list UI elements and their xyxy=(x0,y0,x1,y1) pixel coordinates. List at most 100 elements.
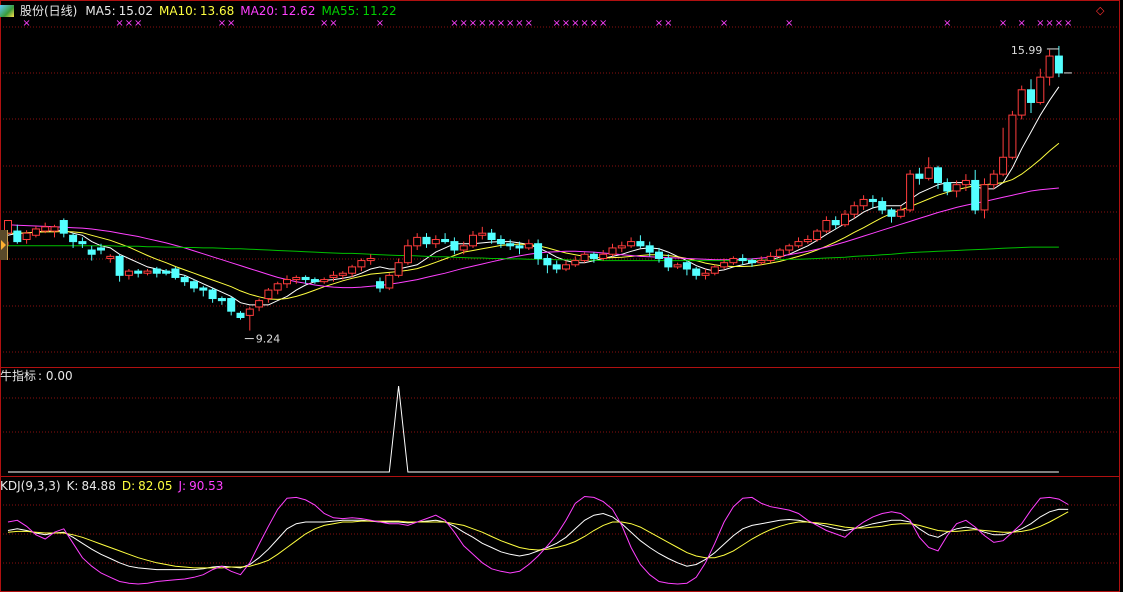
signal-marker: × xyxy=(562,18,570,29)
candle-body xyxy=(41,226,50,232)
candle-body xyxy=(1036,76,1045,103)
panel-borders xyxy=(0,0,1120,592)
k-value: 84.88 xyxy=(81,479,116,493)
candle-body xyxy=(971,179,980,211)
candle-body xyxy=(543,257,552,266)
candle xyxy=(645,241,654,257)
candle-body xyxy=(357,260,366,268)
candle xyxy=(283,275,291,288)
candle-body xyxy=(413,236,422,247)
candle-body xyxy=(13,230,22,243)
candle xyxy=(366,254,375,265)
candle-body xyxy=(376,281,384,289)
candle-body xyxy=(190,281,198,289)
candle xyxy=(394,258,403,278)
low-label: 9.24 xyxy=(256,333,280,346)
candle-body xyxy=(831,220,840,226)
candle-body xyxy=(227,298,236,312)
candle xyxy=(543,254,552,274)
candle-body xyxy=(310,279,319,283)
candle-body xyxy=(385,274,394,289)
candle-body xyxy=(906,173,915,211)
candle xyxy=(859,195,868,210)
signal-marker: × xyxy=(115,18,123,29)
ma5-label: MA5: xyxy=(85,4,116,18)
candle-body xyxy=(236,312,245,319)
candle xyxy=(664,254,673,272)
signal-marker: × xyxy=(227,18,235,29)
candle-body xyxy=(69,234,78,243)
candle xyxy=(534,239,543,265)
candle-body xyxy=(273,283,282,291)
candle-body xyxy=(720,262,729,268)
candle-body xyxy=(999,156,1008,175)
high-label: 15.99 xyxy=(1011,44,1043,57)
candle-body xyxy=(859,198,868,207)
candle xyxy=(31,226,40,238)
signal-marker: × xyxy=(655,18,663,29)
k-label: K: xyxy=(66,479,79,493)
signal-marker: × xyxy=(1036,18,1044,29)
candle-body xyxy=(59,220,68,234)
candle xyxy=(627,237,636,248)
candle xyxy=(1045,49,1054,86)
candle-body xyxy=(710,266,719,274)
candle xyxy=(971,169,980,215)
ma20-label: MA20: xyxy=(240,4,279,18)
candle xyxy=(1017,85,1026,120)
candle-body xyxy=(1008,114,1017,158)
candlestick-series[interactable] xyxy=(4,45,1063,331)
candle xyxy=(357,258,366,272)
candle xyxy=(106,254,115,263)
candle xyxy=(115,254,124,282)
candle xyxy=(673,262,682,270)
signal-marker: × xyxy=(785,18,793,29)
stock-logo-icon xyxy=(0,5,14,17)
candle xyxy=(59,218,68,238)
candle xyxy=(227,296,236,316)
candle-body xyxy=(841,213,849,226)
collapse-arrow-icon[interactable] xyxy=(0,230,8,260)
candle xyxy=(320,277,329,284)
candle xyxy=(1036,68,1045,105)
stock-name: 股份(日线) xyxy=(20,4,78,18)
d-label: D: xyxy=(121,479,136,493)
candle-body xyxy=(692,268,701,276)
signal-marker: × xyxy=(720,18,728,29)
candle xyxy=(13,224,22,244)
candle xyxy=(822,216,831,234)
candle xyxy=(273,281,282,295)
candle-body xyxy=(87,249,96,255)
candle-body xyxy=(552,264,561,270)
candle-body xyxy=(943,182,952,192)
candle-body xyxy=(608,247,617,255)
candle-body xyxy=(459,245,468,251)
candle xyxy=(766,252,775,263)
candle xyxy=(562,260,570,272)
candle xyxy=(171,266,180,280)
candle-body xyxy=(264,289,273,300)
candle-body xyxy=(506,243,515,247)
candle-body xyxy=(636,241,645,247)
candle-body xyxy=(580,253,589,262)
candle-body xyxy=(469,234,477,247)
signal-marker: × xyxy=(376,18,384,29)
price-annotations: 9.24 15.99 xyxy=(244,44,1072,346)
candle-body xyxy=(952,184,961,192)
candle-body xyxy=(813,230,822,240)
candle xyxy=(924,157,933,181)
candle-body xyxy=(106,255,115,259)
candle-body xyxy=(673,264,682,268)
signal-marker: × xyxy=(1045,18,1053,29)
kdj-j-line xyxy=(7,495,1069,585)
candle-body xyxy=(571,260,580,266)
candle-body xyxy=(524,243,533,249)
candle-body xyxy=(1045,55,1054,78)
diamond-icon[interactable]: ◇ xyxy=(1096,4,1104,17)
candle-body xyxy=(924,167,933,179)
kdj-k-line xyxy=(7,508,1069,571)
candle-body xyxy=(162,270,171,274)
candle-body xyxy=(320,279,329,283)
candle-body xyxy=(348,266,357,274)
candle xyxy=(794,237,803,248)
